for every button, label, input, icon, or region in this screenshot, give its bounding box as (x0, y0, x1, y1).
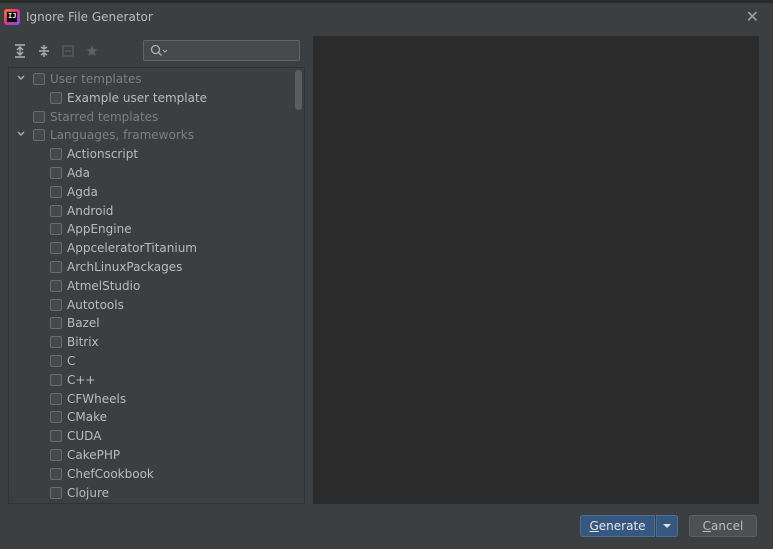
tree-row[interactable]: Actionscript (50, 145, 138, 163)
tree-row[interactable]: Bitrix (50, 333, 99, 351)
cancel-button[interactable]: Cancel (689, 515, 757, 537)
tree-row-label: Ada (67, 166, 90, 180)
close-icon[interactable]: ✕ (746, 7, 759, 26)
chevron-down-icon[interactable] (16, 73, 26, 83)
tree-row[interactable]: ArchLinuxPackages (50, 258, 182, 276)
tree-row[interactable]: AppEngine (50, 220, 132, 238)
tree-row-label: User templates (50, 72, 142, 86)
template-checkbox[interactable] (33, 73, 45, 85)
title-bar: IJ Ignore File Generator ✕ (0, 3, 773, 31)
star-icon[interactable] (80, 40, 104, 62)
cancel-mnemonic: C (702, 519, 712, 533)
tree-row-label: ArchLinuxPackages (67, 260, 183, 274)
app-logo-icon: IJ (4, 9, 20, 25)
generate-label: enerate (598, 519, 646, 533)
template-tree[interactable]: User templates Example user template Starr… (8, 67, 305, 504)
tree-row[interactable]: Starred templates (33, 108, 158, 126)
template-checkbox[interactable] (50, 242, 62, 255)
generate-options-dropdown[interactable] (656, 515, 678, 537)
tree-row[interactable]: Android (50, 202, 113, 220)
tree-row[interactable]: CMake (50, 408, 107, 426)
tree-row-label: Autotools (67, 297, 124, 312)
tree-row[interactable]: Languages, frameworks (17, 126, 194, 144)
template-checkbox[interactable] (50, 373, 62, 386)
chevron-down-icon[interactable] (16, 129, 26, 139)
tree-row-label: CUDA (67, 429, 102, 444)
tree-row-label: CMake (67, 410, 107, 425)
tree-row-label: C++ (67, 372, 96, 387)
tree-toolbar (8, 40, 104, 62)
tree-row[interactable]: Agda (50, 183, 98, 201)
tree-row-label: Actionscript (67, 147, 139, 162)
generate-mnemonic: G (589, 519, 599, 533)
tree-row-label: AppceleratorTitanium (67, 241, 197, 256)
expand-all-icon[interactable] (8, 40, 32, 62)
template-checkbox[interactable] (50, 317, 62, 330)
tree-row[interactable]: CUDA (50, 427, 101, 445)
tree-row-label: AppEngine (67, 222, 132, 237)
tree-row[interactable]: Autotools (50, 296, 124, 314)
tree-row-label: C (67, 354, 76, 368)
gitignore-preview-panel (313, 36, 759, 504)
template-checkbox[interactable] (50, 148, 62, 161)
template-checkbox[interactable] (50, 91, 62, 104)
tree-row-label: Bazel (67, 316, 100, 331)
tree-row[interactable]: C (50, 352, 75, 370)
template-checkbox[interactable] (50, 185, 62, 198)
chevron-down-icon (663, 524, 671, 528)
template-checkbox[interactable] (50, 392, 62, 405)
tree-row-label: Languages, frameworks (50, 128, 194, 143)
template-checkbox[interactable] (50, 204, 62, 217)
template-checkbox[interactable] (50, 298, 62, 311)
template-checkbox[interactable] (33, 129, 45, 142)
template-checkbox[interactable] (50, 486, 62, 499)
template-checkbox[interactable] (50, 167, 62, 179)
tree-row[interactable]: C++ (50, 371, 96, 389)
search-icon (150, 44, 168, 56)
tree-scrollbar-thumb[interactable] (295, 70, 302, 110)
tree-row-label: Agda (67, 184, 98, 199)
template-checkbox[interactable] (50, 355, 62, 367)
template-checkbox[interactable] (50, 467, 62, 480)
cancel-label: ancel (711, 519, 744, 533)
search-input[interactable] (143, 40, 300, 61)
uncheck-all-icon[interactable] (56, 40, 80, 62)
tree-row-label: ChefCookbook (67, 466, 154, 481)
tree-row-label: Starred templates (50, 109, 159, 124)
tree-row-label: Android (67, 203, 114, 218)
tree-row[interactable]: Bazel (50, 314, 100, 332)
tree-row-label: Bitrix (67, 335, 99, 350)
template-checkbox[interactable] (50, 430, 62, 443)
tree-row[interactable]: Clojure (50, 484, 109, 502)
tree-row[interactable]: Ada (50, 164, 90, 182)
tree-row-label: AtmelStudio (67, 278, 141, 293)
tree-row[interactable]: CFWheels (50, 390, 126, 408)
template-checkbox[interactable] (50, 336, 62, 349)
tree-row-label: CakePHP (67, 448, 121, 462)
template-checkbox[interactable] (50, 223, 62, 236)
template-checkbox[interactable] (50, 411, 62, 424)
collapse-all-icon[interactable] (32, 40, 56, 62)
template-checkbox[interactable] (50, 449, 62, 461)
tree-row[interactable]: AppceleratorTitanium (50, 239, 197, 257)
template-checkbox[interactable] (50, 261, 62, 273)
tree-row-label: Clojure (67, 485, 110, 500)
tree-row-label: Example user template (67, 90, 208, 105)
tree-row[interactable]: Example user template (50, 89, 207, 107)
tree-row[interactable]: User templates (17, 70, 142, 88)
template-checkbox[interactable] (33, 110, 45, 123)
tree-row-label: CFWheels (67, 391, 127, 406)
template-checkbox[interactable] (50, 279, 62, 292)
tree-row[interactable]: ChefCookbook (50, 465, 154, 483)
tree-row[interactable]: CakePHP (50, 446, 120, 464)
generate-button[interactable]: Generate (580, 515, 655, 537)
window-title: Ignore File Generator (26, 10, 153, 24)
tree-row[interactable]: AtmelStudio (50, 277, 140, 295)
